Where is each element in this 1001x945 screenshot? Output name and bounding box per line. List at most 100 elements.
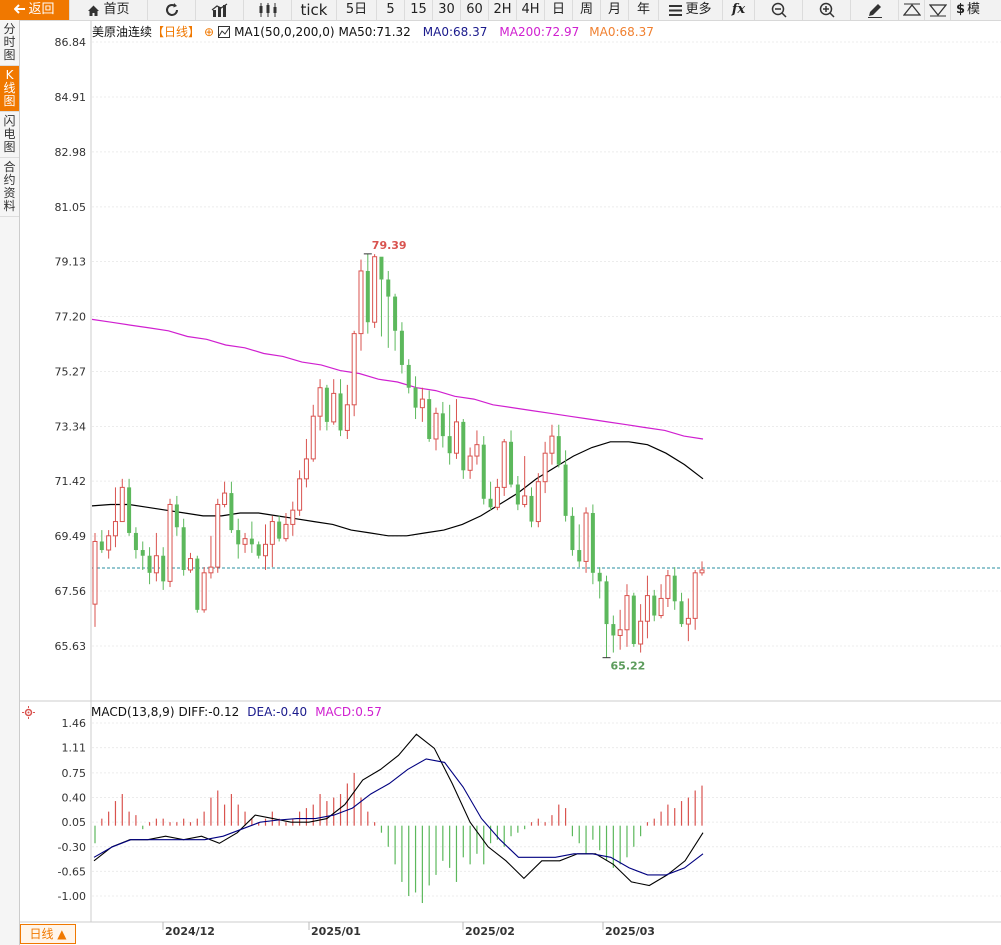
candle-body — [617, 629, 623, 636]
candle-body — [399, 330, 404, 365]
pencil-icon — [867, 4, 882, 18]
candle-body — [310, 415, 316, 460]
collapse-up-button[interactable] — [899, 0, 925, 20]
tab-lightning[interactable]: 闪电图 — [0, 112, 19, 158]
zoom-out-icon — [771, 2, 787, 18]
candle-body — [92, 540, 98, 605]
candle-body — [379, 256, 384, 280]
zoom-out-button[interactable] — [755, 0, 803, 20]
candle-body — [140, 550, 145, 556]
price-tick-label: 65.63 — [55, 640, 87, 653]
candle-body — [167, 503, 173, 582]
candle-body — [501, 441, 507, 488]
candle-body — [106, 535, 112, 551]
period-5d[interactable]: 5日 — [337, 0, 377, 20]
date-label: 2025/03 — [605, 925, 655, 938]
draw-button[interactable] — [851, 0, 899, 20]
candle-body — [133, 532, 138, 551]
period-month[interactable]: 月 — [601, 0, 629, 20]
candle-body — [549, 435, 555, 454]
candle-body — [112, 521, 118, 537]
indicator-button[interactable] — [196, 0, 244, 20]
candle-body — [665, 575, 671, 599]
candle-body — [535, 481, 541, 523]
macd-tick-label: -1.00 — [58, 890, 86, 903]
candle-body — [563, 464, 568, 516]
candle-body — [522, 495, 528, 505]
candle-body — [393, 296, 398, 331]
candle-body — [195, 558, 200, 610]
price-tick-label: 79.13 — [55, 256, 87, 269]
candle-body — [604, 581, 609, 625]
candle-body — [467, 455, 473, 471]
dea-path — [93, 758, 704, 876]
ma200-path — [91, 318, 704, 440]
tick-button[interactable]: tick — [292, 0, 337, 20]
candle-style-button[interactable] — [244, 0, 292, 20]
candle-body — [187, 558, 193, 571]
candle-body — [236, 530, 241, 545]
period-day[interactable]: 日 — [545, 0, 573, 20]
price-tick-label: 75.27 — [55, 365, 87, 378]
candle-body — [297, 478, 303, 511]
sidebar: 分时图 K线图 闪电图 合约资料 — [0, 20, 20, 945]
candle-body — [644, 595, 650, 622]
back-button[interactable]: 返回 — [0, 0, 70, 20]
candle-body — [481, 444, 486, 499]
period-60m[interactable]: 60 — [461, 0, 489, 20]
back-arrow-icon — [14, 4, 26, 14]
zoom-in-button[interactable] — [803, 0, 851, 20]
candle-body — [699, 569, 705, 574]
candle-body — [597, 572, 602, 582]
macd-lines — [93, 733, 704, 887]
candle-body — [249, 538, 254, 545]
period-year[interactable]: 年 — [629, 0, 659, 20]
refresh-button[interactable] — [148, 0, 196, 20]
candle-body — [290, 509, 296, 525]
date-label: 2025/01 — [311, 925, 361, 938]
home-button[interactable]: 首页 — [70, 0, 148, 20]
candle-body — [256, 544, 261, 556]
ma200-line — [91, 318, 704, 440]
menu-icon — [669, 4, 683, 16]
tab-timeshare[interactable]: 分时图 — [0, 20, 19, 66]
price-tick-label: 82.98 — [55, 146, 87, 159]
tab-kline-label: K线图 — [3, 68, 16, 108]
candle-body — [365, 270, 370, 323]
macd-tick-label: 0.40 — [62, 792, 87, 805]
period-2h[interactable]: 2H — [489, 0, 517, 20]
candle-body — [515, 484, 520, 505]
candle-body — [303, 458, 309, 480]
price-tick-label: 73.34 — [55, 420, 87, 433]
bar-chart-icon — [211, 3, 227, 17]
period-5m[interactable]: 5 — [377, 0, 405, 20]
collapse-down-button[interactable] — [925, 0, 951, 20]
period-4h[interactable]: 4H — [517, 0, 545, 20]
candle-body — [338, 393, 343, 431]
more-button[interactable]: 更多 — [659, 0, 723, 20]
candle-body — [624, 595, 630, 631]
candle-body — [413, 387, 418, 408]
tab-lightning-label: 闪电图 — [3, 114, 16, 154]
candle-body — [119, 486, 125, 523]
period-week[interactable]: 周 — [573, 0, 601, 20]
candle-body — [590, 513, 595, 573]
period-tab[interactable]: 日线 ▲ — [20, 924, 76, 944]
tab-kline[interactable]: K线图 — [0, 66, 19, 112]
macd-tick-label: -0.30 — [58, 841, 86, 854]
candle-body — [494, 486, 500, 508]
extra-button[interactable]: $ 模 — [951, 0, 984, 20]
tab-contract-info[interactable]: 合约资料 — [0, 158, 19, 217]
price-tick-label: 81.05 — [55, 201, 87, 214]
period-15m[interactable]: 15 — [405, 0, 433, 20]
candle-body — [461, 421, 466, 471]
candle-body — [174, 504, 179, 528]
kline-chart[interactable]: 86.84 84.91 82.98 81.05 79.13 77.20 75.27 73.34… — [20, 21, 1001, 945]
candle-body — [692, 572, 698, 619]
price-tick-label: 69.49 — [55, 530, 87, 543]
formula-button[interactable]: fx — [723, 0, 755, 20]
candle-body — [570, 515, 575, 551]
candle-body — [215, 503, 221, 568]
candle-body — [242, 538, 248, 545]
period-30m[interactable]: 30 — [433, 0, 461, 20]
